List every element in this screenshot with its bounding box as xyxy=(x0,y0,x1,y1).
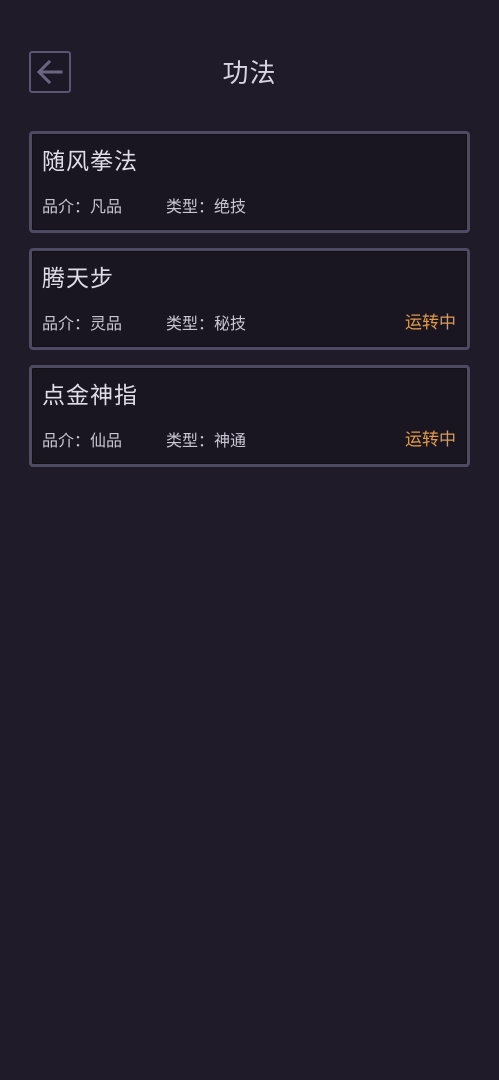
skill-grade: 品介：仙品 xyxy=(42,431,123,450)
skill-meta: 品介：凡品 类型：绝技 xyxy=(42,196,246,218)
skill-card-tengtian[interactable]: 腾天步 品介：灵品 类型：秘技 运转中 xyxy=(29,248,470,350)
skill-name: 腾天步 xyxy=(42,266,114,292)
skill-card-suifeng[interactable]: 随风拳法 品介：凡品 类型：绝技 xyxy=(29,131,470,233)
skill-meta: 品介：仙品 类型：神通 xyxy=(42,430,246,452)
skill-card-dianjin[interactable]: 点金神指 品介：仙品 类型：神通 运转中 xyxy=(29,365,470,467)
skill-name: 随风拳法 xyxy=(42,149,138,175)
skill-type: 类型：绝技 xyxy=(166,197,247,216)
skill-status-active: 运转中 xyxy=(405,430,456,450)
skill-grade: 品介：灵品 xyxy=(42,314,123,333)
skill-status-active: 运转中 xyxy=(405,313,456,333)
skill-list: 随风拳法 品介：凡品 类型：绝技 腾天步 品介：灵品 类型：秘技 运转中 点金神指 … xyxy=(29,131,470,482)
page-title: 功法 xyxy=(222,59,277,89)
skill-type: 类型：秘技 xyxy=(166,314,247,333)
skill-type: 类型：神通 xyxy=(166,431,247,450)
skill-grade: 品介：凡品 xyxy=(42,197,123,216)
skill-meta: 品介：灵品 类型：秘技 xyxy=(42,313,246,335)
skill-name: 点金神指 xyxy=(42,383,138,409)
